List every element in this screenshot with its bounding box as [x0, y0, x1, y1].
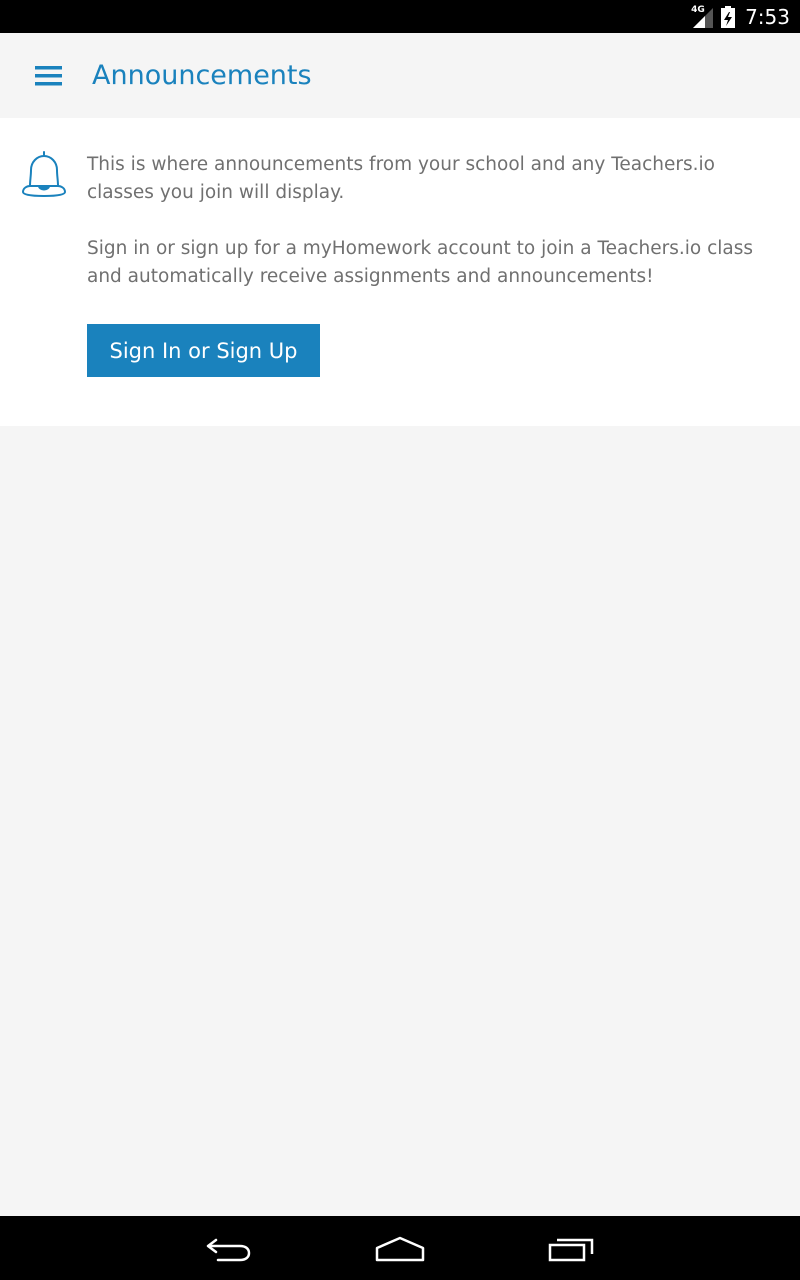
sign-in-or-sign-up-button[interactable]: Sign In or Sign Up — [87, 324, 320, 377]
system-nav-bar — [0, 1216, 800, 1280]
announcements-empty-card: This is where announcements from your sc… — [0, 118, 800, 426]
hamburger-menu-icon — [35, 66, 62, 86]
app-bar: Announcements — [0, 33, 800, 118]
status-indicators: 4G 7:53 — [691, 0, 790, 33]
bell-icon — [22, 151, 66, 197]
battery-icon — [721, 5, 736, 28]
back-button[interactable] — [200, 1228, 260, 1268]
home-icon — [375, 1236, 425, 1262]
home-button[interactable] — [370, 1228, 430, 1268]
sign-in-prompt-text: Sign in or sign up for a myHomework acco… — [87, 238, 754, 287]
page-title: Announcements — [92, 60, 312, 91]
signal-icon: 4G — [691, 4, 714, 28]
menu-button[interactable] — [30, 59, 68, 93]
network-type: 4G — [691, 4, 705, 15]
recent-apps-button[interactable] — [541, 1228, 601, 1268]
back-icon — [206, 1238, 251, 1262]
announcements-info-text: This is where announcements from your sc… — [87, 154, 715, 203]
status-bar: 4G 7:53 — [0, 0, 800, 33]
recent-apps-icon — [548, 1238, 594, 1262]
clock: 7:53 — [745, 4, 790, 29]
